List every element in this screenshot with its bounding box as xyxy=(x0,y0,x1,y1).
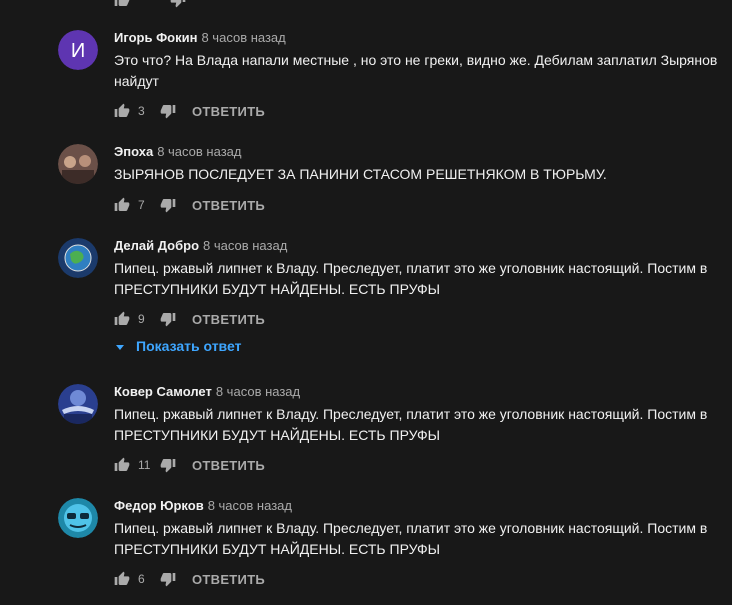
author-name[interactable]: Федор Юрков xyxy=(114,498,204,513)
comment-header: Игорь Фокин 8 часов назад xyxy=(114,30,286,45)
comment-header: Федор Юрков 8 часов назад xyxy=(114,498,292,513)
avatar[interactable] xyxy=(58,144,98,184)
thumb-up-icon[interactable] xyxy=(114,0,130,8)
comment-text: Пипец. ржавый липнет к Владу. Преследует… xyxy=(114,518,732,560)
thumb-down-icon[interactable] xyxy=(160,197,176,213)
comment-text: Это что? На Влада напали местные , но эт… xyxy=(114,50,732,92)
like-count: 6 xyxy=(138,572,145,586)
author-name[interactable]: Ковер Самолет xyxy=(114,384,212,399)
comment-actions: 6 ОТВЕТИТЬ xyxy=(114,569,265,589)
thumb-down-icon[interactable] xyxy=(160,103,176,119)
avatar[interactable]: И xyxy=(58,30,98,70)
like-count: 11 xyxy=(138,458,151,472)
thumb-down-icon[interactable] xyxy=(160,571,176,587)
comment-line: Это что? На Влада напали местные , но эт… xyxy=(114,52,718,68)
thumb-down-icon[interactable] xyxy=(160,457,176,473)
comment-line: ЗЫРЯНОВ ПОСЛЕДУЕТ ЗА ПАНИНИ СТАСОМ РЕШЕТ… xyxy=(114,166,607,182)
comment-line: Пипец. ржавый липнет к Владу. Преследует… xyxy=(114,520,708,536)
comment-line: найдут xyxy=(114,73,159,89)
comment-actions: 9 ОТВЕТИТЬ xyxy=(114,309,265,329)
timestamp[interactable]: 8 часов назад xyxy=(216,384,300,399)
author-name[interactable]: Игорь Фокин xyxy=(114,30,197,45)
timestamp[interactable]: 8 часов назад xyxy=(208,498,292,513)
thumb-up-icon[interactable] xyxy=(114,457,130,473)
show-replies-button[interactable]: Показать ответ xyxy=(114,338,241,354)
avatar[interactable] xyxy=(58,384,98,424)
comment-line: ПРЕСТУПНИКИ БУДУТ НАЙДЕНЫ. ЕСТЬ ПРУФЫ xyxy=(114,281,441,297)
timestamp[interactable]: 8 часов назад xyxy=(203,238,287,253)
comment-header: Ковер Самолет 8 часов назад xyxy=(114,384,300,399)
thumb-up-icon[interactable] xyxy=(114,103,130,119)
timestamp[interactable]: 8 часов назад xyxy=(201,30,285,45)
like-count: 9 xyxy=(138,312,145,326)
like-count: 7 xyxy=(138,198,145,212)
partial-actions-row xyxy=(114,0,186,8)
comment-line: Пипец. ржавый липнет к Владу. Преследует… xyxy=(114,406,708,422)
reply-button[interactable]: ОТВЕТИТЬ xyxy=(192,458,265,473)
comment-line: ПРЕСТУПНИКИ БУДУТ НАЙДЕНЫ. ЕСТЬ ПРУФЫ xyxy=(114,541,441,557)
comment-actions: 11 ОТВЕТИТЬ xyxy=(114,455,265,475)
comment-text: Пипец. ржавый липнет к Владу. Преследует… xyxy=(114,258,732,300)
comment-header: Делай Добро 8 часов назад xyxy=(114,238,287,253)
thumb-down-icon[interactable] xyxy=(160,311,176,327)
comment-line: Пипец. ржавый липнет к Владу. Преследует… xyxy=(114,260,708,276)
thumb-down-icon[interactable] xyxy=(170,0,186,8)
avatar[interactable] xyxy=(58,238,98,278)
reply-button[interactable]: ОТВЕТИТЬ xyxy=(192,572,265,587)
thumb-up-icon[interactable] xyxy=(114,311,130,327)
comment-line: ПРЕСТУПНИКИ БУДУТ НАЙДЕНЫ. ЕСТЬ ПРУФЫ xyxy=(114,427,441,443)
comment-text: Пипец. ржавый липнет к Владу. Преследует… xyxy=(114,404,732,446)
avatar[interactable] xyxy=(58,498,98,538)
reply-button[interactable]: ОТВЕТИТЬ xyxy=(192,104,265,119)
reply-button[interactable]: ОТВЕТИТЬ xyxy=(192,312,265,327)
thumb-up-icon[interactable] xyxy=(114,571,130,587)
caret-down-icon xyxy=(114,340,126,352)
show-replies-label: Показать ответ xyxy=(136,338,242,354)
reply-button[interactable]: ОТВЕТИТЬ xyxy=(192,198,265,213)
timestamp[interactable]: 8 часов назад xyxy=(157,144,241,159)
comments-section: И Игорь Фокин 8 часов назад Это что? На В… xyxy=(0,0,732,605)
like-count: 3 xyxy=(138,104,145,118)
comment-text: ЗЫРЯНОВ ПОСЛЕДУЕТ ЗА ПАНИНИ СТАСОМ РЕШЕТ… xyxy=(114,164,732,185)
author-name[interactable]: Делай Добро xyxy=(114,238,199,253)
comment-actions: 7 ОТВЕТИТЬ xyxy=(114,195,265,215)
avatar-letter: И xyxy=(71,40,85,62)
author-name[interactable]: Эпоха xyxy=(114,144,153,159)
comment-actions: 3 ОТВЕТИТЬ xyxy=(114,101,265,121)
comment-header: Эпоха 8 часов назад xyxy=(114,144,241,159)
thumb-up-icon[interactable] xyxy=(114,197,130,213)
